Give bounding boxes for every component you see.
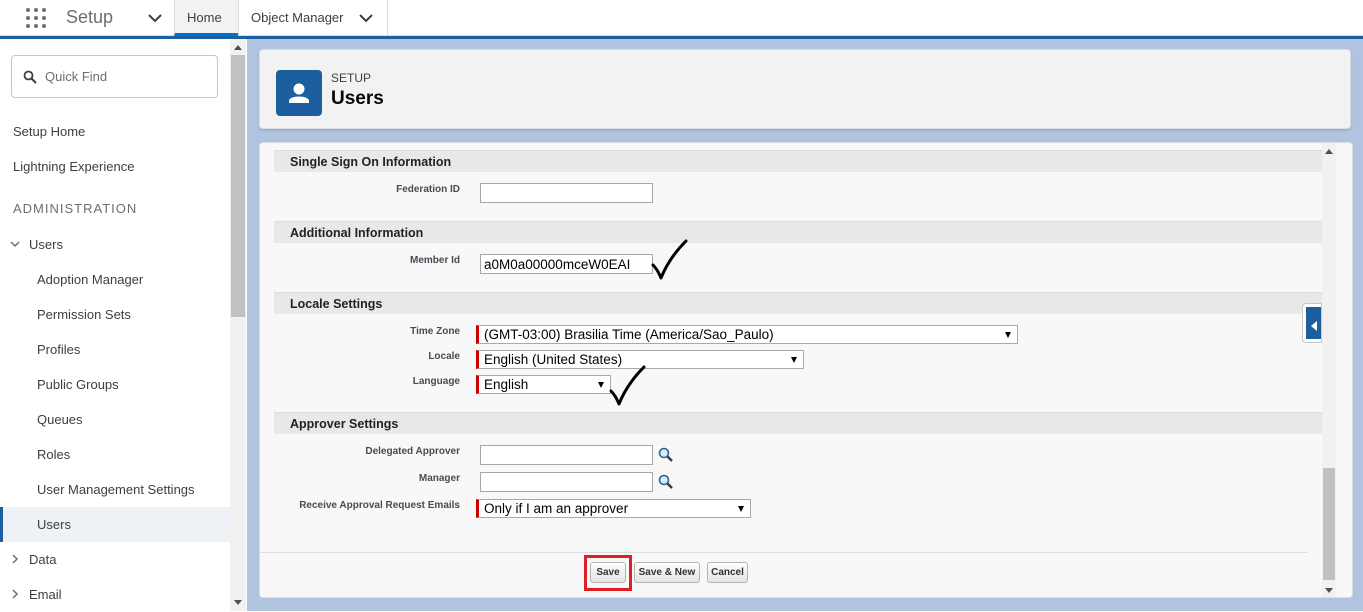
sidebar-item-public-groups[interactable]: Public Groups — [0, 367, 230, 402]
section-header-approver: Approver Settings — [274, 412, 1322, 434]
sidebar-group-email[interactable]: Email — [0, 577, 230, 612]
form-button-bar: Save Save & New Cancel — [260, 552, 1308, 597]
language-label: Language — [412, 376, 460, 387]
scroll-up-icon[interactable] — [1325, 149, 1333, 154]
section-header-sso: Single Sign On Information — [274, 150, 1322, 172]
scroll-down-icon[interactable] — [1325, 588, 1333, 593]
form-scrollbar[interactable] — [1322, 143, 1336, 597]
member-id-label: Member Id — [409, 255, 460, 266]
quick-find-input[interactable]: Quick Find — [11, 55, 218, 98]
sidebar-item-permission-sets[interactable]: Permission Sets — [0, 297, 230, 332]
delegated-approver-label: Delegated Approver — [365, 446, 460, 457]
sidebar-item-label: User Management Settings — [37, 482, 195, 497]
setup-sidebar: Quick Find Setup Home Lightning Experien… — [0, 39, 246, 611]
dropdown-arrow-icon — [738, 506, 744, 512]
quick-find-placeholder: Quick Find — [45, 69, 108, 84]
sidebar-item-label: Setup Home — [13, 124, 86, 139]
section-header-additional: Additional Information — [274, 221, 1322, 243]
page-header: SETUP Users — [259, 49, 1351, 129]
sidebar-item-user-management-settings[interactable]: User Management Settings — [0, 472, 230, 507]
sidebar-item-roles[interactable]: Roles — [0, 437, 230, 472]
panel-toggle-button[interactable] — [1302, 303, 1322, 343]
member-id-field[interactable] — [480, 254, 653, 274]
sidebar-group-label: Users — [29, 237, 63, 252]
scrollbar-thumb[interactable] — [1323, 468, 1335, 580]
sidebar-group-data[interactable]: Data — [0, 542, 230, 577]
chevron-right-icon — [12, 589, 19, 599]
app-name: Setup — [66, 7, 114, 27]
sidebar-item-label: Profiles — [37, 342, 81, 357]
search-icon — [23, 70, 37, 84]
language-value: English — [484, 377, 529, 392]
delegated-approver-field[interactable] — [480, 445, 653, 465]
sidebar-item-label: Permission Sets — [37, 307, 131, 322]
checkmark-icon — [609, 365, 646, 406]
sidebar-scrollbar[interactable] — [230, 39, 246, 611]
sidebar-item-label: Public Groups — [37, 377, 119, 392]
chevron-down-icon — [10, 241, 20, 248]
sidebar-item-label: Adoption Manager — [37, 272, 144, 287]
receive-approval-select[interactable]: Only if I am an approver — [476, 499, 751, 518]
tab-object-manager-label: Object Manager — [251, 10, 344, 25]
sidebar-item-profiles[interactable]: Profiles — [0, 332, 230, 367]
app-launcher-icon[interactable] — [26, 8, 48, 30]
sidebar-item-label: Lightning Experience — [13, 159, 135, 174]
sidebar-item-setup-home[interactable]: Setup Home — [0, 114, 230, 149]
federation-id-field[interactable] — [480, 183, 653, 203]
page-eyebrow: SETUP — [331, 71, 372, 85]
save-and-new-button[interactable]: Save & New — [634, 562, 700, 583]
chevron-down-icon[interactable] — [148, 13, 162, 23]
save-button[interactable]: Save — [590, 562, 626, 583]
receive-approval-value: Only if I am an approver — [484, 501, 629, 516]
user-edit-form: Single Sign On Information Federation ID… — [259, 142, 1353, 598]
tab-home[interactable]: Home — [174, 0, 238, 36]
sidebar-group-users[interactable]: Users — [0, 227, 230, 262]
chevron-right-icon — [12, 554, 19, 564]
sidebar-group-label: Data — [29, 552, 57, 567]
lookup-icon[interactable] — [657, 473, 675, 491]
sidebar-item-lightning-experience[interactable]: Lightning Experience — [0, 149, 230, 184]
dropdown-arrow-icon — [791, 357, 797, 363]
page-title: Users — [331, 88, 384, 109]
chevron-down-icon[interactable] — [359, 13, 373, 23]
cancel-button[interactable]: Cancel — [707, 562, 748, 583]
sidebar-item-label: Queues — [37, 412, 83, 427]
dropdown-arrow-icon — [1005, 332, 1011, 338]
locale-value: English (United States) — [484, 352, 623, 367]
time-zone-label: Time Zone — [410, 326, 460, 337]
locale-label: Locale — [428, 351, 460, 362]
sidebar-item-queues[interactable]: Queues — [0, 402, 230, 437]
time-zone-value: (GMT-03:00) Brasilia Time (America/Sao_P… — [484, 327, 774, 342]
dropdown-arrow-icon — [598, 382, 604, 388]
time-zone-select[interactable]: (GMT-03:00) Brasilia Time (America/Sao_P… — [476, 325, 1018, 344]
main-content: SETUP Users Single Sign On Information F… — [247, 39, 1363, 611]
tab-object-manager[interactable]: Object Manager — [238, 0, 388, 36]
sidebar-item-adoption-manager[interactable]: Adoption Manager — [0, 262, 230, 297]
manager-field[interactable] — [480, 472, 653, 492]
lookup-icon[interactable] — [657, 446, 675, 464]
scroll-down-icon[interactable] — [234, 600, 242, 605]
receive-approval-label: Receive Approval Request Emails — [299, 500, 460, 511]
checkmark-icon — [651, 239, 688, 280]
global-header: Setup Home Object Manager — [0, 0, 1363, 36]
sidebar-item-users[interactable]: Users — [0, 507, 230, 542]
section-header-locale: Locale Settings — [274, 292, 1322, 314]
language-select[interactable]: English — [476, 375, 611, 394]
manager-label: Manager — [418, 473, 460, 484]
sidebar-section-header: ADMINISTRATION — [13, 201, 138, 216]
tab-home-label: Home — [187, 10, 222, 25]
sidebar-item-label: Roles — [37, 447, 71, 462]
scroll-up-icon[interactable] — [234, 45, 242, 50]
sidebar-item-label: Users — [37, 517, 71, 532]
scrollbar-thumb[interactable] — [231, 55, 245, 317]
user-icon — [276, 70, 322, 116]
sidebar-group-label: Email — [29, 587, 62, 602]
panel-toggle-fill — [1306, 307, 1321, 339]
chevron-left-icon — [1311, 321, 1317, 331]
federation-id-label: Federation ID — [396, 184, 460, 195]
